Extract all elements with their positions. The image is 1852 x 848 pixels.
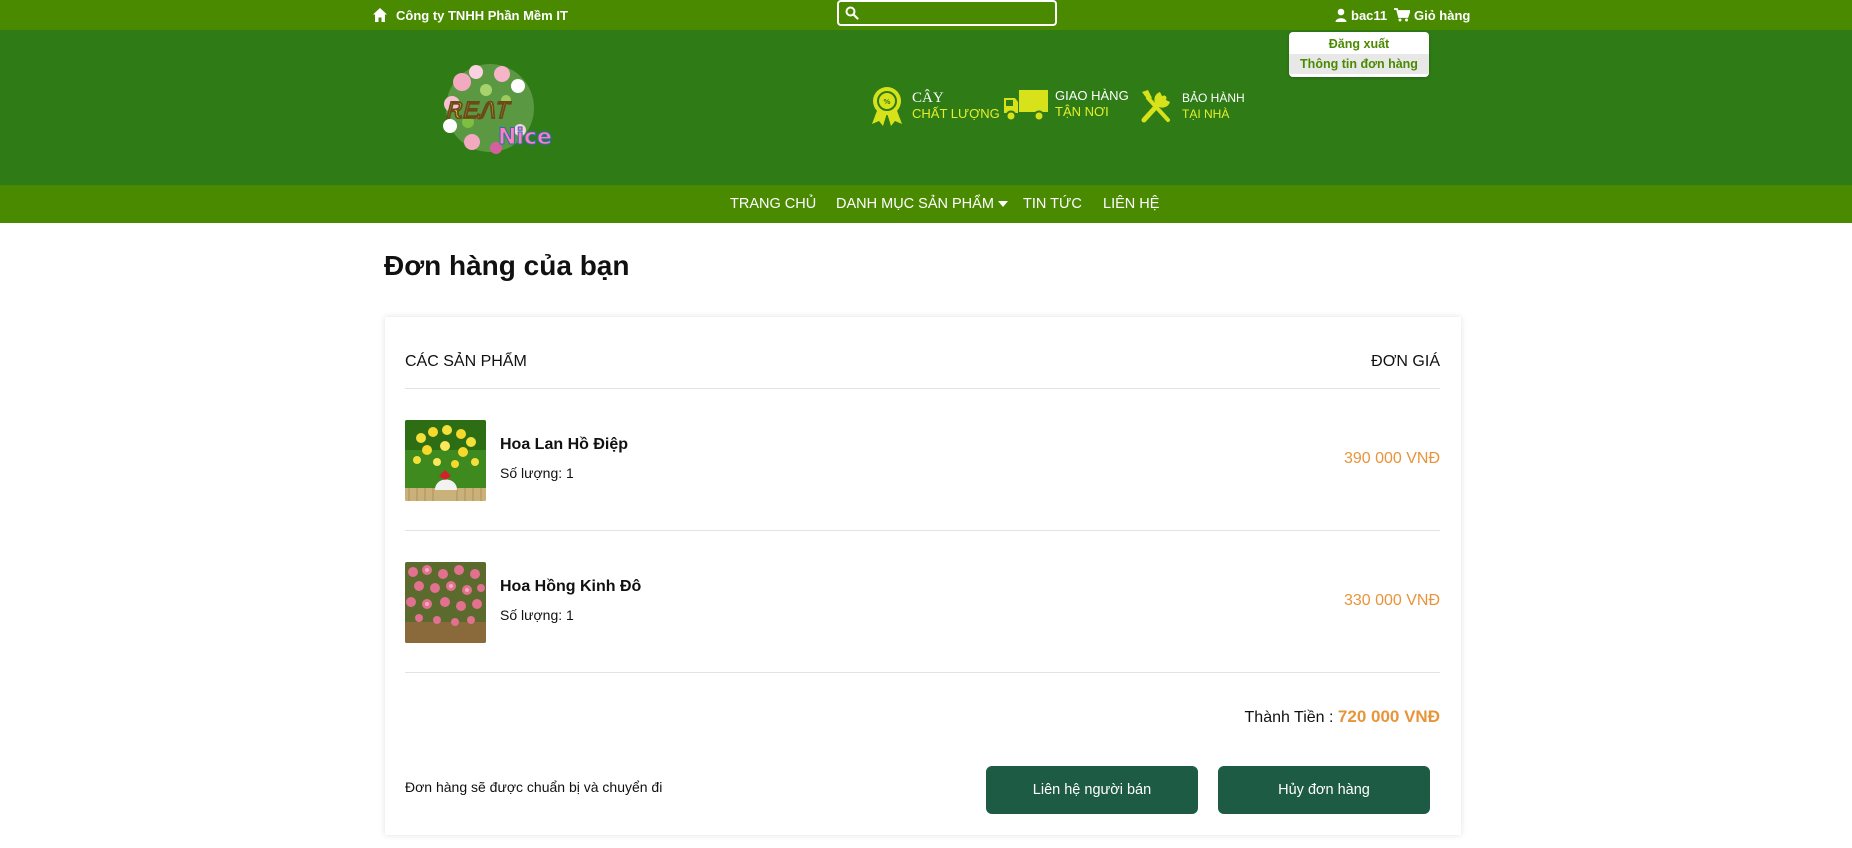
feature-quality-subtitle: CHẤT LƯỢNG [912,106,1000,121]
site-header: ᎡᎬᏁᎢ Nice % CÂY CHẤT LƯỢNG GIAO HÀNG TẬN… [0,30,1852,185]
nav-news[interactable]: TIN TỨC [1023,196,1082,212]
feature-delivery-title: GIAO HÀNG [1055,88,1129,103]
cart-link[interactable]: Giỏ hàng [1394,4,1470,26]
total-amount: 720 000 VNĐ [1337,707,1440,726]
company-name: Công ty TNHH Phần Mềm IT [396,7,568,23]
total-label: Thành Tiền : [1244,709,1334,726]
order-info-link[interactable]: Thông tin đơn hàng [1289,54,1429,74]
column-header-products: CÁC SẢN PHẨM [405,353,527,370]
product-quantity: Số lượng: 1 [500,465,574,481]
user-dropdown-menu: Đăng xuất Thông tin đơn hàng [1289,32,1429,77]
feature-warranty-subtitle: TẠI NHÀ [1182,107,1230,121]
home-icon [373,8,387,22]
contact-seller-button[interactable]: Liên hệ người bán [986,766,1198,814]
product-name[interactable]: Hoa Hồng Kinh Đô [500,578,641,596]
cart-icon [1394,8,1410,22]
feature-warranty-title: BẢO HÀNH [1182,91,1245,105]
feature-delivery: GIAO HÀNG TẬN NƠI [1003,86,1129,122]
product-image-rose[interactable] [405,562,486,643]
order-card: CÁC SẢN PHẨM ĐƠN GIÁ Hoa Lan Hồ Điệp Số … [385,317,1461,835]
main-nav: TRANG CHỦ DANH MỤC SẢN PHẨM TIN TỨC LIÊN… [0,185,1852,223]
company-link[interactable]: Công ty TNHH Phần Mềm IT [372,4,568,26]
cart-label: Giỏ hàng [1414,7,1471,23]
search-input[interactable] [863,4,1049,22]
user-icon [1335,8,1347,22]
search-icon [845,6,859,20]
feature-warranty: BẢO HÀNH TẠI NHÀ [1138,86,1245,126]
product-image-orchid[interactable] [405,420,486,501]
nav-categories[interactable]: DANH MỤC SẢN PHẨM [836,196,1008,212]
page-title: Đơn hàng của bạn [384,250,630,281]
order-total: Thành Tiền : 720 000 VNĐ [1245,707,1440,727]
nav-contact[interactable]: LIÊN HỆ [1103,196,1159,212]
product-price: 390 000 VNĐ [1343,450,1440,467]
feature-delivery-subtitle: TẬN NƠI [1055,104,1109,119]
feature-quality-title: CÂY [912,90,944,106]
feature-quality: % CÂY CHẤT LƯỢNG [868,86,1000,126]
logout-link[interactable]: Đăng xuất [1289,34,1429,54]
logo-text-main: ᎡᎬᏁᎢ [446,98,512,124]
brand-logo[interactable]: ᎡᎬᏁᎢ Nice [432,60,562,158]
username: bac11 [1351,7,1388,23]
nav-home[interactable]: TRANG CHỦ [730,196,816,212]
cancel-order-button[interactable]: Hủy đơn hàng [1218,766,1430,814]
quality-badge-icon: % [872,87,902,126]
product-name[interactable]: Hoa Lan Hồ Điệp [500,436,628,454]
product-price: 330 000 VNĐ [1343,592,1440,609]
divider [405,672,1440,673]
nav-categories-label: DANH MỤC SẢN PHẨM [836,196,994,212]
top-bar: Công ty TNHH Phần Mềm IT bac11 Giỏ hàng [0,0,1852,30]
column-header-price: ĐƠN GIÁ [1371,353,1440,370]
delivery-truck-icon [1004,90,1048,122]
product-quantity: Số lượng: 1 [500,607,574,623]
user-account[interactable]: bac11 [1335,4,1387,26]
divider [405,530,1440,531]
svg-text:%: % [883,98,890,106]
order-status-text: Đơn hàng sẽ được chuẩn bị và chuyển đi [405,779,663,795]
tools-icon [1141,90,1170,123]
search-box[interactable] [837,0,1057,26]
divider [405,388,1440,389]
caret-down-icon [997,201,1008,207]
logo-text-nice: Nice [498,125,552,150]
